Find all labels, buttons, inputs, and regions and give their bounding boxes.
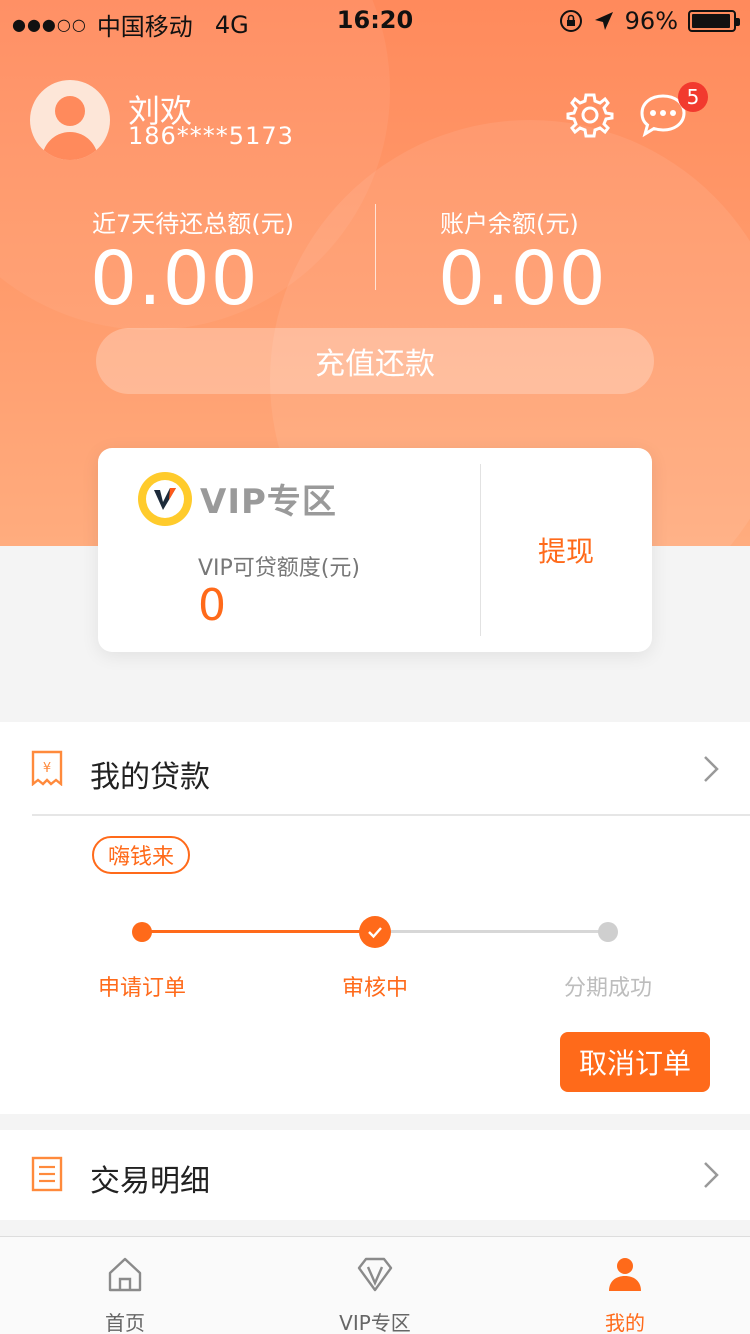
tab-home[interactable]: 首页 [0,1237,250,1334]
tab-label-mine: 我的 [605,1311,645,1334]
chevron-right-icon [704,756,719,782]
chevron-right-icon [704,1162,719,1188]
user-icon [609,1258,641,1291]
user-phone: 186****5173 [128,122,294,150]
svg-text:¥: ¥ [43,761,51,776]
transactions-row[interactable]: 交易明细 [0,1130,750,1220]
stat-divider [375,204,376,290]
balance-value: 0.00 [438,236,607,322]
receipt-icon: ¥ [31,750,63,786]
tab-label-home: 首页 [105,1311,145,1334]
recharge-repay-button[interactable]: 充值还款 [96,328,654,394]
due-amount-value: 0.00 [90,236,259,322]
message-count-badge: 5 [678,82,708,112]
list-document-icon [31,1156,63,1192]
tab-mine[interactable]: 我的 [500,1237,750,1334]
vip-quota-label: VIP可贷额度(元) [198,556,360,581]
home-icon [108,1257,142,1292]
my-loans-row[interactable]: ¥ 我的贷款 [0,722,750,814]
step-label-installment: 分期成功 [563,976,652,1001]
avatar[interactable] [30,80,110,160]
step-node-apply [132,922,152,942]
my-loans-title: 我的贷款 [90,760,210,795]
due-amount-label: 近7天待还总额(元) [92,210,294,238]
status-bar: ●●●○○ 中国移动 4G 16:20 96% [0,0,750,41]
withdraw-button[interactable]: 提现 [480,530,652,570]
settings-button[interactable] [565,90,615,140]
gear-icon [566,93,614,138]
step-label-apply: 申请订单 [97,976,186,1001]
step-label-review: 审核中 [341,976,408,1001]
vip-logo-icon [138,472,192,526]
balance-label: 账户余额(元) [440,210,579,238]
messages-button[interactable]: 5 [638,82,708,140]
checkmark-icon [368,927,382,939]
vip-card[interactable]: VIP专区 VIP可贷额度(元) 0 提现 [98,448,652,652]
progress-track-done [142,930,374,933]
divider [32,814,750,816]
vip-title: VIP专区 [200,482,337,522]
vip-diamond-icon [357,1257,393,1292]
progress-track-pending [374,930,608,933]
vip-quota-value: 0 [198,580,226,631]
battery-icon [688,10,740,32]
battery-percent: 96% [624,7,678,35]
step-node-review [359,916,391,948]
tab-label-vip: VIP专区 [339,1311,411,1334]
loan-product-tag: 嗨钱来 [92,836,191,874]
transactions-title: 交易明细 [90,1164,210,1199]
tab-bar: 首页 VIP专区 我的 [0,1236,750,1334]
step-node-installment [598,922,618,942]
status-right: 96% [559,7,740,35]
my-loans-section: ¥ 我的贷款 嗨钱来 申请订单 审核中 分期成功 取消订单 [0,722,750,1114]
tab-vip[interactable]: VIP专区 [250,1237,500,1334]
orientation-lock-icon [559,10,582,32]
location-arrow-icon [594,12,613,30]
cancel-order-button[interactable]: 取消订单 [560,1032,710,1092]
